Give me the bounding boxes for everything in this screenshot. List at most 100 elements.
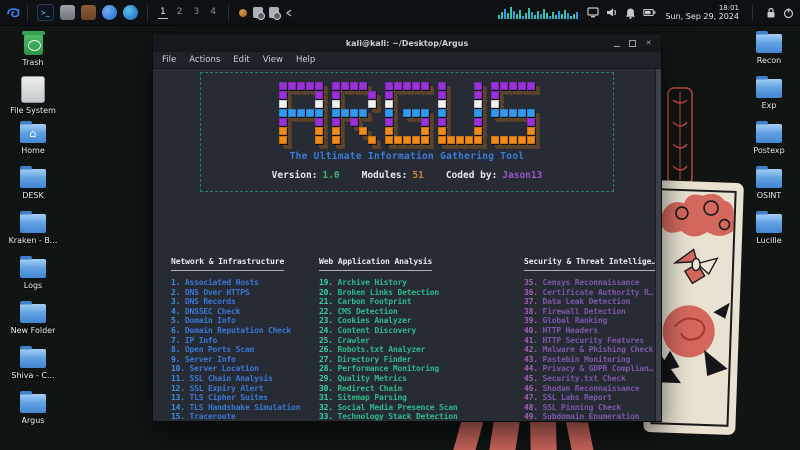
- terminal-scrollbar[interactable]: [655, 69, 661, 421]
- module-item: 1. Associated Hosts: [171, 278, 319, 288]
- workspace-3[interactable]: 3: [191, 6, 201, 19]
- module-column-1: Network & Infrastructure 1. Associated Ho…: [171, 249, 319, 421]
- column-header: Network & Infrastructure: [171, 257, 284, 271]
- menu-help[interactable]: Help: [296, 55, 315, 65]
- home-glyph: ⌂: [30, 128, 37, 139]
- desktop-icon-label: Exp: [762, 101, 777, 110]
- module-item: 30. Redirect Chain: [319, 384, 524, 394]
- desktop-icon-exp[interactable]: Exp: [740, 73, 798, 118]
- desktop-icon-home[interactable]: ⌂Home: [4, 118, 62, 163]
- desktop-icon-label: Postexp: [753, 146, 784, 155]
- folder-icon: [756, 214, 782, 233]
- desktop-icon-postexp[interactable]: Postexp: [740, 118, 798, 163]
- module-item: 37. Data Leak Detection: [524, 297, 655, 307]
- display-icon[interactable]: [587, 7, 599, 18]
- browser-alt-launcher-icon[interactable]: [123, 5, 138, 20]
- module-item: 25. Crawler: [319, 336, 524, 346]
- menu-edit[interactable]: Edit: [233, 55, 249, 65]
- notifications-bell-icon[interactable]: [625, 7, 636, 19]
- desktop-icon-label: Argus: [22, 416, 45, 425]
- module-item: 36. Certificate Authority R…: [524, 288, 655, 298]
- workspace-4[interactable]: 4: [208, 6, 218, 19]
- module-item: 40. HTTP Headers: [524, 326, 655, 336]
- battery-icon[interactable]: [643, 7, 656, 18]
- module-item: 4. DNSSEC Check: [171, 307, 319, 317]
- workspace-switcher[interactable]: 1234: [158, 6, 218, 19]
- menu-file[interactable]: File: [162, 55, 176, 65]
- module-item: 42. Malware & Phishing Check: [524, 345, 655, 355]
- module-item: 14. TLS Handshake Simulation: [171, 403, 319, 413]
- module-item: 6. Domain Reputation Check: [171, 326, 319, 336]
- notification-dot-icon[interactable]: [239, 9, 247, 17]
- desktop-icon-trash[interactable]: Trash: [4, 28, 62, 73]
- lock-icon[interactable]: [766, 7, 776, 19]
- folder-icon: [20, 259, 46, 278]
- module-item: 10. Server Location: [171, 364, 319, 374]
- argus-logo: [279, 82, 535, 144]
- workspace-2[interactable]: 2: [175, 6, 185, 19]
- terminal-window: kali@kali: ~/Desktop/Argus ✕ File Actions…: [152, 33, 662, 422]
- volume-icon[interactable]: [606, 7, 618, 18]
- menu-view[interactable]: View: [263, 55, 283, 65]
- desktop-icon-file-system[interactable]: File System: [4, 73, 62, 118]
- desktop-icon-label: File System: [10, 106, 56, 115]
- module-item: 8. Open Ports Scan: [171, 345, 319, 355]
- desktop-icons-right: Recon Exp Postexp OSINT Lucille: [740, 28, 798, 253]
- desktop-icon-lucille[interactable]: Lucille: [740, 208, 798, 253]
- editor-launcher-icon[interactable]: [81, 5, 96, 20]
- desktop-icon-kraken-b[interactable]: Kraken - B...: [4, 208, 62, 253]
- panel-separator: [228, 5, 229, 21]
- module-item: 7. IP Info: [171, 336, 319, 346]
- clock-date: Sun, Sep 29, 2024: [665, 13, 739, 21]
- desktop-icon-desk[interactable]: DESK: [4, 163, 62, 208]
- window-titlebar[interactable]: kali@kali: ~/Desktop/Argus ✕: [153, 34, 661, 52]
- folder-icon: [20, 349, 46, 368]
- clipboard-icon[interactable]: [253, 7, 263, 18]
- power-icon[interactable]: [783, 7, 794, 19]
- close-button[interactable]: ✕: [645, 40, 652, 47]
- module-item: 13. TLS Cipher Suites: [171, 393, 319, 403]
- menu-actions[interactable]: Actions: [189, 55, 220, 65]
- terminal-launcher-icon[interactable]: >_: [37, 4, 54, 21]
- module-column-2: Web Application Analysis19. Archive Hist…: [319, 249, 524, 421]
- module-item: 31. Sitemap Parsing: [319, 393, 524, 403]
- logo-letter-r: [332, 82, 376, 144]
- maximize-button[interactable]: [629, 40, 636, 47]
- desktop-icon-label: Shiva - C...: [11, 371, 54, 380]
- terminal-body[interactable]: The Ultimate Information Gathering Tool …: [153, 69, 661, 421]
- panel-separator: [27, 5, 28, 21]
- module-item: 32. Social Media Presence Scan: [319, 403, 524, 413]
- logo-letter-g: [385, 82, 429, 144]
- desktop-icon-argus[interactable]: Argus: [4, 388, 62, 433]
- coded-by-value: Jason13: [502, 170, 542, 181]
- desktop-icon-logs[interactable]: Logs: [4, 253, 62, 298]
- desktop-icon-osint[interactable]: OSINT: [740, 163, 798, 208]
- module-item: 15. Traceroute: [171, 412, 319, 421]
- file-manager-launcher-icon[interactable]: [60, 5, 75, 20]
- workspace-1[interactable]: 1: [158, 6, 168, 19]
- desktop-icon-recon[interactable]: Recon: [740, 28, 798, 73]
- tray-arrow-icon[interactable]: [285, 9, 293, 17]
- drive-icon: [21, 76, 45, 103]
- column-header: Security & Threat Intellige…: [524, 257, 655, 271]
- folder-icon: [20, 394, 46, 413]
- desktop-icon-new-folder[interactable]: New Folder: [4, 298, 62, 343]
- argus-banner-box: The Ultimate Information Gathering Tool …: [200, 72, 614, 192]
- module-item: 28. Performance Monitoring: [319, 364, 524, 374]
- desktop-icon-label: Lucille: [756, 236, 781, 245]
- module-item: 11. SSL Chain Analysis: [171, 374, 319, 384]
- minimize-button[interactable]: [614, 40, 620, 47]
- module-list: 19. Archive History20. Broken Links Dete…: [319, 278, 524, 421]
- module-item: 9. Server Info: [171, 355, 319, 365]
- version-value: 1.0: [322, 170, 339, 181]
- clipboard-gear-icon[interactable]: [269, 7, 279, 18]
- panel-separator: [147, 5, 148, 21]
- folder-icon: [756, 79, 782, 98]
- logo-letter-a: [279, 82, 323, 144]
- module-item: 29. Quality Metrics: [319, 374, 524, 384]
- clock[interactable]: 18:01 Sun, Sep 29, 2024: [665, 5, 739, 21]
- desktop-icon-shiva-c[interactable]: Shiva - C...: [4, 343, 62, 388]
- kali-menu-icon[interactable]: [6, 5, 21, 20]
- module-item: 23. Cookies Analyzer: [319, 316, 524, 326]
- browser-launcher-icon[interactable]: [102, 5, 117, 20]
